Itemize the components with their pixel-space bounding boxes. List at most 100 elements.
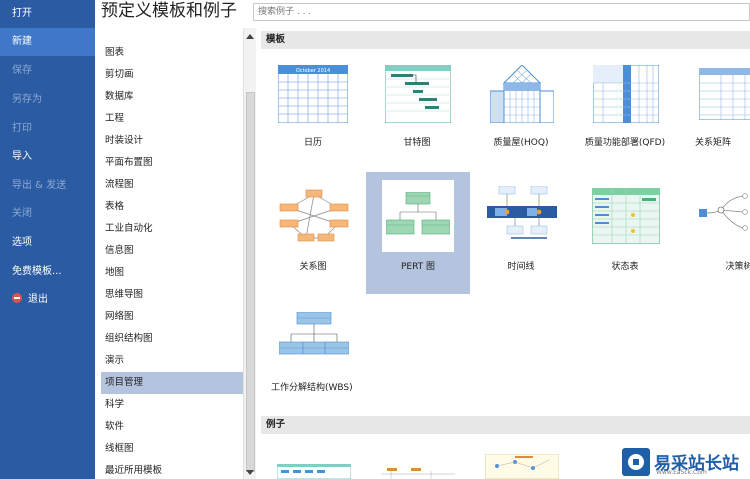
relation-diagram-thumbnail-icon (279, 189, 349, 242)
nav-options-label: 选项 (12, 237, 32, 248)
template-label: 甘特图 (403, 138, 431, 148)
category-item[interactable]: 表格 (101, 196, 243, 218)
search-input[interactable] (253, 3, 750, 21)
category-label: 流程图 (105, 179, 134, 190)
template-gallery: 模板 October 2014 日历 甘特图 质量屋(HOQ) 质量功能部署(Q… (261, 28, 750, 479)
nav-close[interactable]: 关闭 (0, 200, 95, 228)
example-thumbnail[interactable] (365, 438, 469, 479)
template-label: 关系图 (299, 262, 327, 272)
example-thumbnail[interactable] (261, 438, 365, 479)
category-label: 网络图 (105, 311, 134, 322)
category-label: 工业自动化 (105, 223, 153, 234)
exit-icon (12, 293, 22, 303)
state-table-thumbnail-icon (592, 188, 660, 244)
category-item[interactable]: 平面布置图 (101, 152, 243, 174)
nav-close-label: 关闭 (12, 208, 32, 219)
scroll-down-arrow-icon[interactable] (246, 470, 254, 475)
nav-new-label: 新建 (12, 36, 32, 47)
category-item[interactable]: 工程 (101, 108, 243, 130)
nav-save-as[interactable]: 另存为 (0, 86, 95, 114)
example-diagram-icon (277, 464, 351, 479)
nav-save-label: 保存 (12, 65, 32, 76)
template-gantt-chart[interactable]: 甘特图 (365, 56, 469, 178)
category-label: 科学 (105, 399, 125, 410)
category-label: 思维导图 (105, 289, 144, 300)
template-relation-diagram[interactable]: 关系图 (261, 172, 365, 294)
example-thumbnail[interactable] (469, 438, 573, 479)
watermark-url: Www.EaSck.Com (656, 469, 707, 476)
page-title: 预定义模板和例子 (101, 1, 237, 21)
category-item[interactable]: 科学 (101, 394, 243, 416)
category-label: 信息图 (105, 245, 134, 256)
nav-import[interactable]: 导入 (0, 143, 95, 171)
scrollbar-thumb[interactable] (246, 92, 255, 472)
watermark-logo-icon (622, 448, 650, 476)
template-label: PERT 图 (400, 262, 436, 272)
decision-tree-thumbnail-icon (699, 193, 748, 231)
category-label: 数据库 (105, 91, 134, 102)
category-item[interactable]: 数据库 (101, 86, 243, 108)
category-label: 最近所用模板 (105, 465, 163, 476)
template-state-table[interactable]: 状态表 (573, 172, 677, 294)
category-item[interactable]: 网络图 (101, 306, 243, 328)
category-item[interactable]: 线框图 (101, 438, 243, 460)
category-item[interactable]: 最近所用模板 (101, 460, 243, 479)
template-label: 决策树 (725, 262, 750, 272)
category-item[interactable]: 思维导图 (101, 284, 243, 306)
nav-open[interactable]: 打开 (0, 0, 95, 28)
category-item[interactable]: 演示 (101, 350, 243, 372)
category-label: 项目管理 (105, 377, 144, 388)
nav-options[interactable]: 选项 (0, 229, 95, 257)
category-scrollbar[interactable] (243, 28, 256, 479)
qfd-thumbnail-icon (593, 65, 659, 123)
template-label: 关系矩阵 (695, 138, 732, 148)
category-label: 地图 (105, 267, 125, 278)
calendar-thumbnail-icon: October 2014 (278, 65, 348, 123)
nav-export-send[interactable]: 导出 & 发送 (0, 172, 95, 200)
template-pert-chart[interactable]: PERT 图 (366, 172, 470, 294)
nav-new[interactable]: 新建 (0, 28, 95, 56)
category-item[interactable]: 信息图 (101, 240, 243, 262)
category-item[interactable]: 软件 (101, 416, 243, 438)
relation-matrix-thumbnail-icon (699, 68, 750, 120)
wbs-thumbnail-icon (279, 312, 349, 355)
timeline-thumbnail-icon (487, 186, 557, 239)
nav-exit-label: 退出 (28, 294, 48, 305)
category-label: 剪切画 (105, 69, 134, 80)
category-label: 表格 (105, 201, 125, 212)
category-label: 组织结构图 (105, 333, 153, 344)
template-house-of-quality[interactable]: 质量屋(HOQ) (469, 56, 573, 178)
nav-free-templates-label: 免费模板... (12, 266, 62, 277)
template-qfd[interactable]: 质量功能部署(QFD) (573, 56, 677, 178)
template-calendar[interactable]: October 2014 日历 (261, 56, 365, 178)
nav-free-templates[interactable]: 免费模板... (0, 258, 95, 286)
nav-exit[interactable]: 退出 (0, 286, 95, 314)
scroll-up-arrow-icon[interactable] (246, 34, 254, 39)
nav-print-label: 打印 (12, 123, 32, 134)
templates-section-header: 模板 (261, 31, 750, 49)
template-timeline[interactable]: 时间线 (469, 172, 573, 294)
category-label: 演示 (105, 355, 125, 366)
category-item[interactable]: 组织结构图 (101, 328, 243, 350)
category-item-selected[interactable]: 项目管理 (101, 372, 243, 394)
category-item[interactable]: 时装设计 (101, 130, 243, 152)
template-wbs[interactable]: 工作分解结构(WBS) (261, 294, 365, 416)
template-decision-tree[interactable]: 决策树 (677, 172, 750, 294)
category-item[interactable]: 地图 (101, 262, 243, 284)
nav-open-label: 打开 (12, 8, 32, 19)
examples-section-header: 例子 (261, 416, 750, 434)
site-watermark: 易采站长站 Www.EaSck.Com (616, 445, 750, 479)
category-item[interactable]: 图表 (101, 42, 243, 64)
nav-save[interactable]: 保存 (0, 57, 95, 85)
template-label: 质量功能部署(QFD) (584, 138, 666, 148)
category-item[interactable]: 剪切画 (101, 64, 243, 86)
category-label: 线框图 (105, 443, 134, 454)
category-label: 软件 (105, 421, 125, 432)
category-item[interactable]: 流程图 (101, 174, 243, 196)
nav-print[interactable]: 打印 (0, 115, 95, 143)
category-item[interactable]: 工业自动化 (101, 218, 243, 240)
backstage-window: 打开 新建 保存 另存为 打印 导入 导出 & 发送 关闭 选项 免费模板...… (0, 0, 750, 479)
template-label: 工作分解结构(WBS) (271, 383, 353, 393)
template-relationship-matrix[interactable]: 关系矩阵 (677, 56, 750, 178)
pert-thumbnail-icon (386, 192, 450, 235)
